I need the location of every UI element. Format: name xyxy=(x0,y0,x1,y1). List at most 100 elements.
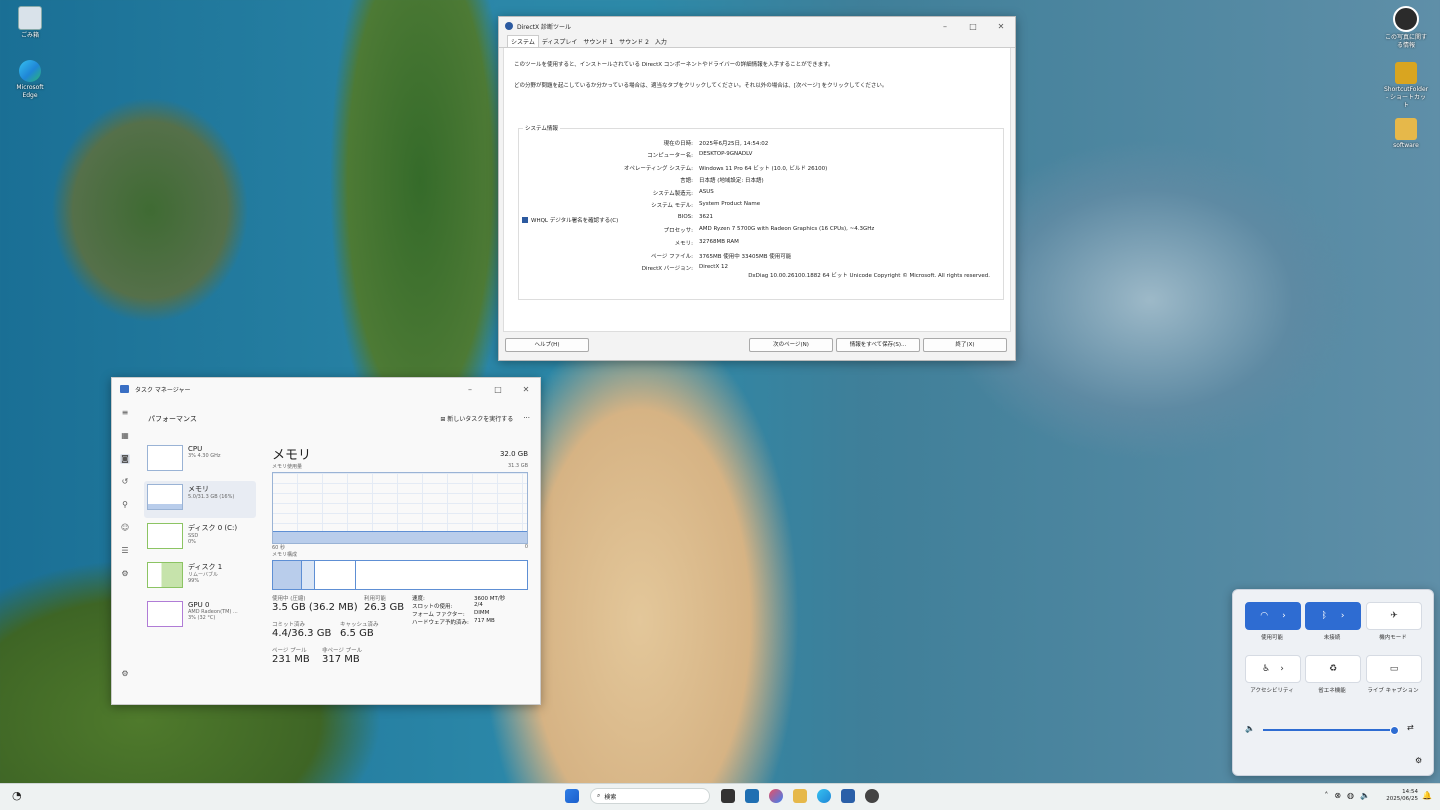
stat-label: コミット済み xyxy=(272,622,306,628)
info-row: オペレーティング システム: Windows 11 Pro 64 ビット (10.… xyxy=(519,164,1003,172)
details-icon[interactable]: ☰ xyxy=(120,546,130,556)
network-icon[interactable]: ◍ xyxy=(1347,791,1354,800)
notification-bell-icon[interactable]: 🔔 xyxy=(1422,791,1432,800)
perf-item-sub2: 99% xyxy=(188,578,200,584)
perf-item-gpu-0[interactable]: GPU 0 AMD Radeon(TM) ... 3% (32 °C) xyxy=(144,598,256,635)
tab-input[interactable]: 入力 xyxy=(652,36,670,47)
maximize-icon[interactable]: □ xyxy=(959,22,987,31)
next-page-button[interactable]: 次のページ(N) xyxy=(749,338,833,352)
energy-saver-toggle[interactable]: ♻ xyxy=(1305,655,1361,683)
chevron-right-icon[interactable]: › xyxy=(1341,611,1345,621)
info-row: 現在の日時: 2025年6月25日, 14:54:02 xyxy=(519,139,1003,147)
search-box[interactable]: ⌕ 検索 xyxy=(590,788,710,804)
info-key: 言語: xyxy=(680,178,693,184)
audio-output-icon[interactable]: ⇄ xyxy=(1407,723,1414,732)
more-options-icon[interactable]: ··· xyxy=(523,414,530,424)
detail-value: 717 MB xyxy=(474,618,495,624)
memory-total: 32.0 GB xyxy=(499,450,528,458)
recycle-bin-icon xyxy=(18,6,42,30)
info-key: DirectX バージョン: xyxy=(641,266,693,272)
clock[interactable]: 14:54 2025/06/25 xyxy=(1386,789,1418,803)
start-icon[interactable] xyxy=(565,789,579,803)
dxdiag-taskbar-icon[interactable] xyxy=(865,789,879,803)
hamburger-menu-icon[interactable]: ≡ xyxy=(120,408,130,418)
desktop-icon-software[interactable]: software xyxy=(1384,118,1428,150)
chevron-right-icon[interactable]: › xyxy=(1280,664,1284,674)
edge-icon[interactable] xyxy=(817,789,831,803)
volume-icon[interactable]: 🔈 xyxy=(1360,791,1370,800)
bluetooth-toggle[interactable]: ᛒ › xyxy=(1305,602,1361,630)
monitor-app-icon[interactable] xyxy=(745,789,759,803)
search-placeholder: 検索 xyxy=(604,793,617,801)
help-button[interactable]: ヘルプ(H) xyxy=(505,338,589,352)
info-key: システム製造元: xyxy=(652,191,693,197)
save-all-button[interactable]: 情報をすべて保存(S)... xyxy=(836,338,920,352)
minimize-icon[interactable]: – xyxy=(931,22,959,31)
users-icon[interactable]: ☺ xyxy=(120,523,130,533)
close-icon[interactable]: ✕ xyxy=(987,22,1015,31)
stat-value: 26.3 GB xyxy=(364,602,405,613)
desktop-icon-edge[interactable]: Microsoft Edge xyxy=(8,60,52,100)
tab-sound-2[interactable]: サウンド 2 xyxy=(616,36,652,47)
perf-item-disk-1[interactable]: ディスク 1 リムーバブル 99% xyxy=(144,559,256,596)
tray-overflow-icon[interactable]: ˄ xyxy=(1324,791,1328,800)
widgets-icon[interactable]: ◔ xyxy=(12,789,22,802)
bluetooth-caption: 未接続 xyxy=(1323,635,1341,641)
close-icon[interactable]: ✕ xyxy=(512,385,540,394)
settings-icon[interactable]: ⚙ xyxy=(120,669,130,679)
exit-button[interactable]: 終了(X) xyxy=(923,338,1007,352)
task-manager-titlebar[interactable]: タスク マネージャー – □ ✕ xyxy=(112,378,540,400)
detail-row: 速度: xyxy=(412,594,425,602)
wifi-toggle[interactable]: ◠ › xyxy=(1245,602,1301,630)
run-task-label: 新しいタスクを実行する xyxy=(447,416,514,423)
perf-item-disk-0[interactable]: ディスク 0 (C:) SSD 0% xyxy=(144,520,256,557)
processes-icon[interactable]: ▦ xyxy=(120,431,130,441)
store-icon[interactable] xyxy=(841,789,855,803)
desktop-icon-photo-info[interactable]: この写真に関する情報 xyxy=(1384,6,1428,50)
chevron-right-icon[interactable]: › xyxy=(1282,611,1286,621)
copilot-icon[interactable] xyxy=(769,789,783,803)
tab-system[interactable]: システム xyxy=(507,35,539,47)
perf-item-memory[interactable]: メモリ 5.0/31.3 GB (16%) xyxy=(144,481,256,518)
security-icon[interactable]: ⊗ xyxy=(1334,791,1341,800)
whql-label: WHQL デジタル署名を確認する(C) xyxy=(531,218,619,224)
desktop-icon-recycle-bin[interactable]: ごみ箱 xyxy=(8,6,52,40)
maximize-icon[interactable]: □ xyxy=(484,385,512,394)
settings-icon[interactable]: ⚙ xyxy=(1415,756,1422,765)
detail-key: ハードウェア予約済み: xyxy=(412,620,469,626)
cpu-mini-graph xyxy=(147,445,183,471)
memory-usage-fill xyxy=(273,530,527,543)
desktop-icon-shortcut[interactable]: ShortcutFolder - ショートカット xyxy=(1384,62,1428,110)
info-row: システム モデル: System Product Name xyxy=(519,201,1003,209)
info-key: プロセッサ: xyxy=(663,228,693,234)
minimize-icon[interactable]: – xyxy=(456,385,484,394)
perf-item-cpu[interactable]: CPU 3% 4.30 GHz xyxy=(144,442,256,479)
perf-item-name: GPU 0 xyxy=(188,601,210,609)
tab-sound-1[interactable]: サウンド 1 xyxy=(580,36,616,47)
startup-apps-icon[interactable]: ⚲ xyxy=(120,500,130,510)
dxdiag-titlebar[interactable]: DirectX 診断ツール – □ ✕ xyxy=(499,17,1015,35)
airplane-mode-toggle[interactable]: ✈ xyxy=(1366,602,1422,630)
task-view-icon[interactable] xyxy=(721,789,735,803)
accessibility-toggle[interactable]: ♿ › xyxy=(1245,655,1301,683)
usage-label: メモリ使用量 xyxy=(272,464,303,470)
intro-text-1: このツールを使用すると、インストールされている DirectX コンポーネントや… xyxy=(514,62,834,68)
run-new-task-button[interactable]: ⊞ 新しいタスクを実行する xyxy=(440,414,513,424)
desktop-icon-label: ごみ箱 xyxy=(20,32,39,39)
live-caption-toggle[interactable]: ▭ xyxy=(1366,655,1422,683)
checkbox-checked-icon xyxy=(522,217,528,223)
search-icon: ⌕ xyxy=(597,792,601,799)
dxdiag-window: DirectX 診断ツール – □ ✕ システム ディスプレイ サウンド 1 サ… xyxy=(498,16,1016,361)
volume-slider-knob[interactable] xyxy=(1389,726,1399,735)
info-key: システム モデル: xyxy=(651,203,693,209)
speaker-icon[interactable]: 🔈 xyxy=(1245,724,1255,733)
services-icon[interactable]: ⚙ xyxy=(120,569,130,579)
airplane-caption: 機内モード xyxy=(1379,635,1407,641)
whql-checkbox[interactable]: WHQL デジタル署名を確認する(C) xyxy=(522,216,618,224)
volume-slider[interactable] xyxy=(1263,729,1393,731)
app-history-icon[interactable]: ↺ xyxy=(120,477,130,487)
tab-display[interactable]: ディスプレイ xyxy=(539,36,581,47)
file-explorer-icon[interactable] xyxy=(793,789,807,803)
dxdiag-version: DxDiag 10.00.26100.1882 64 ビット Unicode C… xyxy=(748,273,990,279)
performance-icon[interactable]: ◙ xyxy=(120,454,130,464)
